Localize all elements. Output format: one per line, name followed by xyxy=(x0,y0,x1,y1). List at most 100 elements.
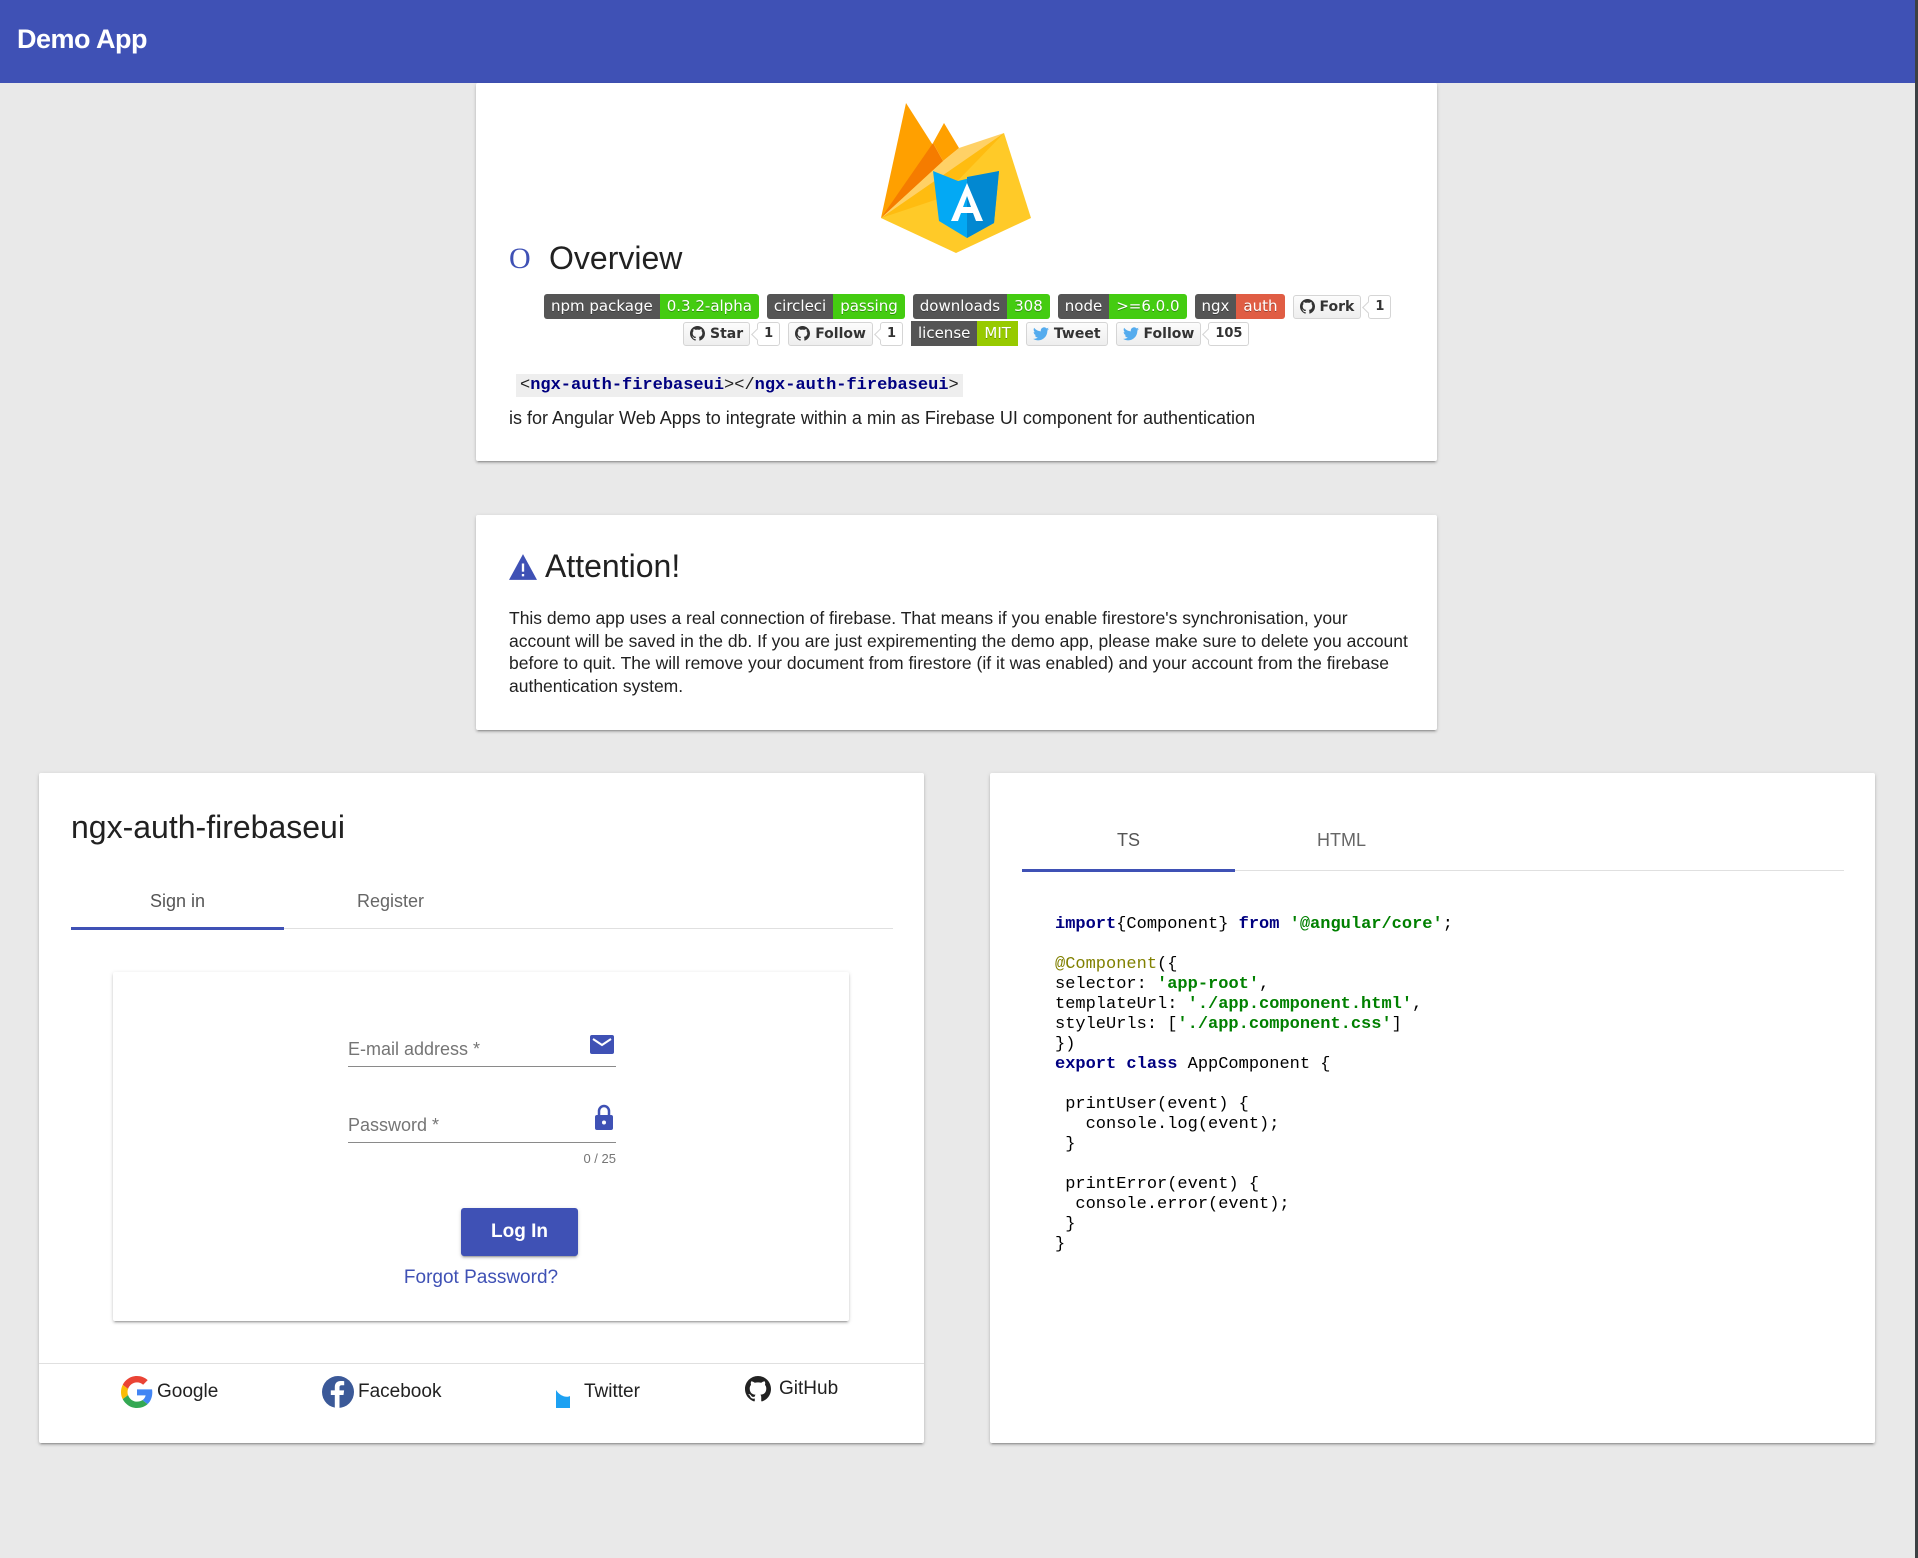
github-icon xyxy=(795,326,811,341)
badges-row-1: npm package 0.3.2-alpha circleci passing… xyxy=(544,294,1392,319)
overview-heading: O Overview xyxy=(509,240,682,277)
github-fork-badge: Fork 1 xyxy=(1292,294,1392,319)
github-follow-badge: Follow 1 xyxy=(788,321,903,346)
twitter-follow-badge: Follow 105 xyxy=(1115,321,1250,346)
code-token: templateUrl: xyxy=(1055,995,1188,1014)
npm-badge[interactable]: npm package 0.3.2-alpha xyxy=(544,294,759,319)
component-tag-code: <ngx-auth-firebaseui></ngx-auth-firebase… xyxy=(516,374,963,397)
github-follow-count[interactable]: 1 xyxy=(879,321,903,346)
social-providers: Google Facebook Twitter GitHub xyxy=(39,1363,924,1443)
code-token: from xyxy=(1238,915,1280,934)
code-token: , xyxy=(1412,995,1423,1014)
twitter-icon xyxy=(1122,326,1139,340)
attention-heading: Attention! xyxy=(509,548,680,585)
code-line: export class AppComponent { xyxy=(1055,1055,1453,1075)
code-line: import{Component} from '@angular/core'; xyxy=(1055,915,1453,935)
tweet-badge: Tweet xyxy=(1025,321,1108,346)
warning-icon xyxy=(509,553,537,580)
overview-title: Overview xyxy=(549,240,683,276)
code-line: }) xyxy=(1055,1035,1453,1055)
fork-button[interactable]: Fork xyxy=(1292,294,1362,319)
code-line: selector: 'app-root', xyxy=(1055,975,1453,995)
code-line: printError(event) { xyxy=(1055,1175,1453,1195)
github-icon xyxy=(690,326,705,341)
overview-card: O Overview npm package 0.3.2-alpha circl… xyxy=(476,83,1437,461)
email-label: E-mail address * xyxy=(348,1039,481,1059)
forgot-password-link[interactable]: Forgot Password? xyxy=(113,1267,849,1289)
twitter-follow-button[interactable]: Follow xyxy=(1115,321,1202,346)
node-badge[interactable]: node >=6.0.0 xyxy=(1057,294,1187,319)
tab-html[interactable]: HTML xyxy=(1235,810,1448,871)
code-token: } xyxy=(1055,1135,1076,1154)
twitter-follow-count[interactable]: 105 xyxy=(1208,321,1250,346)
star-button[interactable]: Star xyxy=(683,321,751,346)
license-badge[interactable]: license MIT xyxy=(911,321,1018,346)
code-token: './app.component.css' xyxy=(1177,1015,1392,1034)
code-token: './app.component.html' xyxy=(1187,995,1413,1014)
code-line: styleUrls: ['./app.component.css'] xyxy=(1055,1015,1453,1035)
facebook-provider-button[interactable]: Facebook xyxy=(322,1376,441,1408)
app-toolbar: Demo App xyxy=(0,0,1915,83)
code-token: printUser(event) { xyxy=(1055,1095,1249,1114)
twitter-icon xyxy=(1032,326,1049,340)
code-token: import xyxy=(1055,915,1117,934)
github-icon xyxy=(1299,299,1315,314)
tab-register[interactable]: Register xyxy=(284,873,497,929)
code-token: @Component xyxy=(1055,955,1158,974)
github-star-badge: Star 1 xyxy=(683,321,781,346)
attention-body: This demo app uses a real connection of … xyxy=(509,608,1408,696)
code-token: ({ xyxy=(1157,955,1178,974)
tab-ts[interactable]: TS xyxy=(1022,810,1235,872)
email-field[interactable]: E-mail address * xyxy=(348,1027,616,1067)
star-count[interactable]: 1 xyxy=(757,321,781,346)
circleci-badge[interactable]: circleci passing xyxy=(766,294,905,319)
lock-icon xyxy=(595,1104,613,1130)
code-line: } xyxy=(1055,1215,1453,1235)
code-token: } xyxy=(1055,1235,1066,1254)
code-token: ; xyxy=(1442,915,1453,934)
github-icon xyxy=(745,1376,771,1402)
github-provider-button[interactable]: GitHub xyxy=(745,1376,838,1402)
code-token: {Component} xyxy=(1116,915,1239,934)
auth-card-title: ngx-auth-firebaseui xyxy=(71,809,345,845)
code-token: } xyxy=(1055,1215,1076,1234)
password-label: Password * xyxy=(348,1115,440,1135)
code-line: } xyxy=(1055,1135,1453,1155)
code-token: printError(event) { xyxy=(1055,1175,1260,1194)
tweet-button[interactable]: Tweet xyxy=(1025,321,1108,346)
code-token: console.log(event); xyxy=(1055,1115,1280,1134)
code-token: AppComponent { xyxy=(1177,1055,1331,1074)
code-token: , xyxy=(1259,975,1270,994)
password-field[interactable]: Password * xyxy=(348,1103,616,1143)
code-line: templateUrl: './app.component.html', xyxy=(1055,995,1453,1015)
code-line: } xyxy=(1055,1235,1453,1255)
code-tabs: TS HTML xyxy=(1022,810,1844,872)
overview-description: is for Angular Web Apps to integrate wit… xyxy=(509,408,1256,428)
github-follow-button[interactable]: Follow xyxy=(788,321,873,346)
downloads-badge[interactable]: downloads 308 xyxy=(912,294,1050,319)
twitter-provider-button[interactable]: Twitter xyxy=(556,1376,640,1408)
fork-count[interactable]: 1 xyxy=(1368,294,1392,319)
app-title: Demo App xyxy=(17,24,148,54)
tab-sign-in[interactable]: Sign in xyxy=(71,873,284,930)
code-token: selector: xyxy=(1055,975,1158,994)
auth-card: ngx-auth-firebaseui Sign in Register E-m… xyxy=(39,773,924,1443)
attention-title: Attention! xyxy=(545,548,681,584)
google-provider-button[interactable]: Google xyxy=(121,1376,218,1408)
google-icon xyxy=(121,1376,153,1408)
code-block: import{Component} from '@angular/core'; … xyxy=(1055,915,1453,1255)
code-line: console.error(event); xyxy=(1055,1195,1453,1215)
attention-card: Attention! This demo app uses a real con… xyxy=(476,515,1437,730)
firebase-angular-logo xyxy=(881,103,1031,253)
code-line: console.log(event); xyxy=(1055,1115,1453,1135)
code-token: ] xyxy=(1391,1015,1402,1034)
ngx-badge[interactable]: ngx auth xyxy=(1194,294,1285,319)
code-token: console.error(event); xyxy=(1055,1195,1290,1214)
twitter-icon xyxy=(556,1390,570,1408)
login-button[interactable]: Log In xyxy=(461,1208,578,1256)
code-token: '@angular/core' xyxy=(1279,915,1443,934)
login-form-card: E-mail address * Password * 0 / 25 Log I… xyxy=(113,972,849,1321)
overview-o-icon: O xyxy=(509,241,531,275)
